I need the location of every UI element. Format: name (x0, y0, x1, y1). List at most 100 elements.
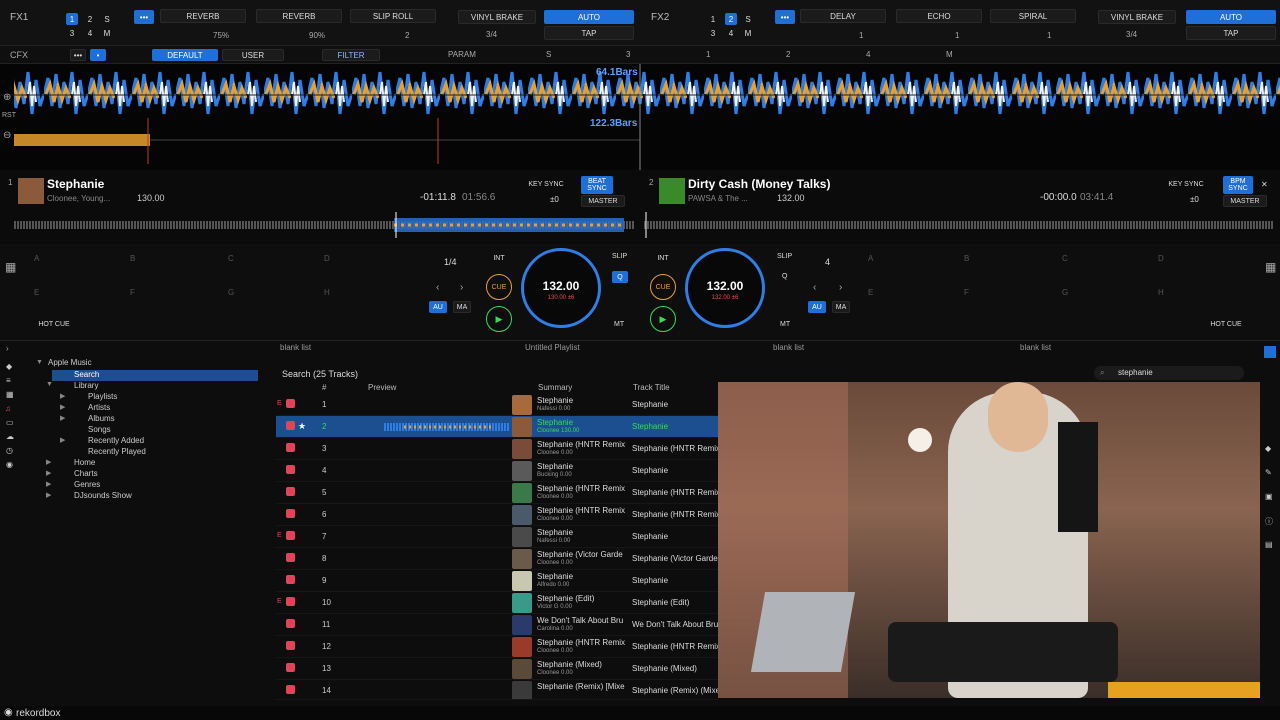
fx1-channel-3[interactable]: 3 (66, 27, 78, 39)
info-icon[interactable]: ⓘ (1265, 516, 1273, 527)
deck1-ma-button[interactable]: MA (453, 301, 471, 313)
deck2-ma-button[interactable]: MA (832, 301, 850, 313)
tree-albums[interactable]: Albums (88, 414, 115, 423)
table-row[interactable]: 5 Stephanie (HNTR Remix Cloonee 0.00 Ste… (276, 482, 720, 504)
deck2-pad-d[interactable]: D (1158, 254, 1164, 263)
deck1-int-select[interactable]: INT (486, 252, 512, 264)
col-number[interactable]: # (322, 383, 326, 392)
deck2-pad-f[interactable]: F (964, 288, 969, 297)
rst-button[interactable]: RST (2, 112, 16, 119)
record-icon[interactable]: ◉ (6, 460, 13, 469)
tree-recently-added[interactable]: Recently Added (88, 436, 144, 445)
fx1-menu-button[interactable]: ••• (134, 10, 154, 24)
tab-untitled-playlist[interactable]: Untitled Playlist (525, 343, 580, 357)
col-preview[interactable]: Preview (368, 383, 396, 392)
cloud-icon[interactable]: ☁ (6, 432, 14, 441)
star-icon[interactable]: ★ (298, 421, 306, 432)
deck1-quantize-button[interactable]: Q (612, 271, 628, 283)
table-row[interactable]: E 7 Stephanie Nafessi 0.00 Stephanie (276, 526, 718, 548)
fx2-effect-2-select[interactable]: ECHO (896, 9, 982, 23)
table-row[interactable]: E 1 Stephanie Nafessi 0.00 Stephanie (276, 394, 718, 416)
tab-blank-list-3[interactable]: blank list (1020, 343, 1051, 357)
deck2-pad-e[interactable]: E (868, 288, 873, 297)
table-row[interactable]: 12 Stephanie (HNTR Remix Cloonee 0.00 St… (276, 636, 720, 658)
fx2-channel-3[interactable]: 3 (707, 27, 719, 39)
deck1-pad-d[interactable]: D (324, 254, 330, 263)
deck1-pad-c[interactable]: C (228, 254, 234, 263)
deck2-slip-button[interactable]: SLIP (777, 253, 792, 260)
deck2-pad-g[interactable]: G (1062, 288, 1068, 297)
cfx-filter-button[interactable]: FILTER (322, 49, 380, 61)
zoom-in-icon[interactable]: ⊕ (3, 92, 11, 103)
cfx-user-button[interactable]: USER (222, 49, 284, 61)
panel-icon[interactable]: ▤ (1265, 540, 1273, 549)
deck2-pad-h[interactable]: H (1158, 288, 1164, 297)
deck1-loop-length[interactable]: 1/4 (444, 257, 457, 267)
tree-playlists[interactable]: Playlists (88, 392, 117, 401)
col-track-title[interactable]: Track Title (633, 383, 670, 392)
table-row[interactable]: 9 Stephanie Alfredo 0.00 Stephanie (276, 570, 718, 592)
deck1-slip-button[interactable]: SLIP (612, 253, 627, 260)
fx2-channel-1[interactable]: 1 (707, 13, 719, 25)
deck1-play-button[interactable]: ▶ (486, 306, 512, 332)
cfx-menu-button[interactable]: ••• (70, 49, 86, 61)
table-row[interactable]: 6 Stephanie (HNTR Remix Cloonee 0.00 Ste… (276, 504, 720, 526)
deck1-pad-e[interactable]: E (34, 288, 39, 297)
tab-blank-list-1[interactable]: blank list (280, 343, 311, 357)
tree-songs[interactable]: Songs (88, 425, 111, 434)
waveform-area[interactable]: 64.1Bars 122.3Bars RST ⊕ ⊖ (0, 64, 1280, 170)
deck1-hot-cue-select[interactable]: HOT CUE (28, 318, 80, 330)
deck2-pad-b[interactable]: B (964, 254, 969, 263)
deck1-pad-b[interactable]: B (130, 254, 135, 263)
deck1-beat-sync-button[interactable]: BEAT SYNC (581, 176, 613, 194)
fx1-effect-2-select[interactable]: REVERB (256, 9, 342, 23)
deck1-pad-h[interactable]: H (324, 288, 330, 297)
deck2-cue-button[interactable]: CUE (650, 274, 676, 300)
fx1-channel-s[interactable]: S (101, 13, 113, 25)
deck2-loop-left-icon[interactable]: ‹ (813, 282, 816, 293)
fx2-channel-2[interactable]: 2 (725, 13, 737, 25)
tag-icon[interactable]: ◆ (1265, 444, 1271, 453)
search-input[interactable]: ⌕ stephanie (1094, 366, 1244, 380)
deck2-play-button[interactable]: ▶ (650, 306, 676, 332)
fx2-effect-1-select[interactable]: DELAY (800, 9, 886, 23)
pad-grid-right-icon[interactable]: ▦ (1265, 260, 1276, 274)
fx1-beat-fx-select[interactable]: VINYL BRAKE (458, 10, 536, 24)
grid-icon[interactable]: ▦ (6, 390, 14, 399)
fx2-channel-s[interactable]: S (742, 13, 754, 25)
fx1-channel-2[interactable]: 2 (84, 13, 96, 25)
deck2-loop-right-icon[interactable]: › (839, 282, 842, 293)
history-icon[interactable]: ◷ (6, 446, 13, 455)
table-row-selected[interactable]: ★ 2 Stephanie Cloonee 130.00 Stephanie (276, 416, 718, 438)
list-icon[interactable]: ≡ (6, 376, 11, 385)
table-row[interactable]: 4 Stephanie Bucking 0.00 Stephanie (276, 460, 718, 482)
deck2-loop-length[interactable]: 4 (825, 257, 830, 267)
collapse-icon[interactable]: › (6, 344, 9, 353)
cfx-toggle[interactable]: • (90, 49, 106, 61)
deck2-bpm-sync-button[interactable]: BPM SYNC (1223, 176, 1253, 194)
fx1-channel-1[interactable]: 1 (66, 13, 78, 25)
pad-grid-icon[interactable]: ▦ (5, 260, 16, 274)
fx2-tap-button[interactable]: TAP (1186, 26, 1276, 40)
deck2-pad-a[interactable]: A (868, 254, 873, 263)
tree-djsounds-show[interactable]: DJsounds Show (74, 491, 132, 500)
deck1-pad-g[interactable]: G (228, 288, 234, 297)
deck2-jog-display[interactable]: 132.00 132.00 ±6 (685, 248, 765, 328)
fx1-effect-1-select[interactable]: REVERB (160, 9, 246, 23)
deck2-close-icon[interactable]: ✕ (1261, 180, 1268, 189)
fx2-auto-button[interactable]: AUTO (1186, 10, 1276, 24)
fx2-effect-3-select[interactable]: SPIRAL (990, 9, 1076, 23)
deck2-int-select[interactable]: INT (650, 252, 676, 264)
fx1-auto-button[interactable]: AUTO (544, 10, 634, 24)
apple-music-icon[interactable]: ♫ (5, 404, 11, 413)
deck2-key-sync-button[interactable]: KEY SYNC (1162, 178, 1210, 190)
deck1-master-button[interactable]: MASTER (581, 195, 625, 207)
fx2-channel-m[interactable]: M (742, 27, 754, 39)
fx2-channel-4[interactable]: 4 (725, 27, 737, 39)
deck2-quantize-button[interactable]: Q (782, 273, 787, 280)
table-row[interactable]: 14 Stephanie (Remix) [Mixe Stephanie (Re… (276, 680, 718, 700)
deck2-au-button[interactable]: AU (808, 301, 826, 313)
deck1-loop-left-icon[interactable]: ‹ (436, 282, 439, 293)
fx2-menu-button[interactable]: ••• (775, 10, 795, 24)
fx1-channel-m[interactable]: M (101, 27, 113, 39)
